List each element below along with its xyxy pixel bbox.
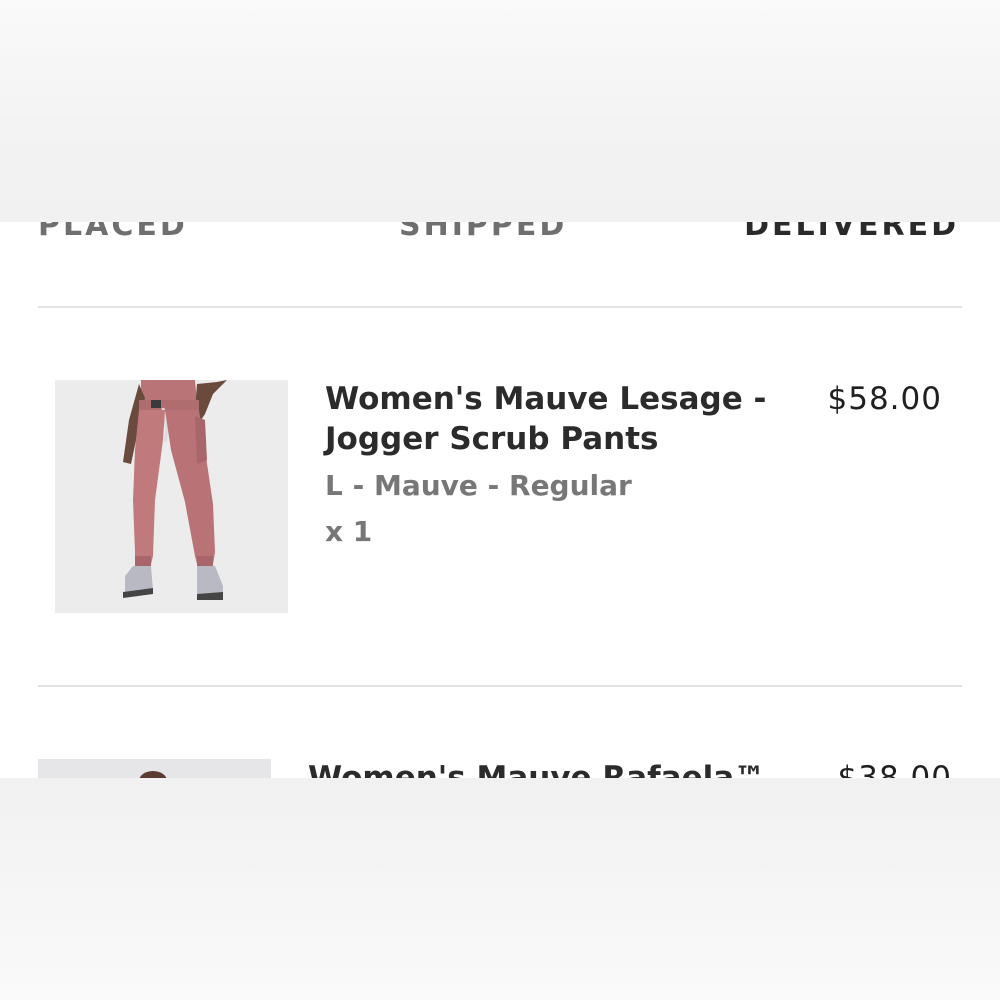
- blurred-bottom-region: [0, 778, 1000, 1000]
- section-divider: [38, 306, 962, 308]
- product-variant: L - Mauve - Regular: [325, 469, 632, 502]
- order-details-screen: PLACED SHIPPED DELIVERED Women's Mauve L…: [0, 0, 1000, 1000]
- product-image-jogger-pants[interactable]: [55, 380, 288, 613]
- product-photo-jogger-pants-icon: [55, 380, 288, 613]
- blurred-top-region: [0, 0, 1000, 222]
- product-price: $58.00: [827, 381, 942, 417]
- product-quantity: x 1: [325, 515, 373, 548]
- section-divider: [38, 685, 962, 687]
- product-title[interactable]: Women's Mauve Lesage - Jogger Scrub Pant…: [325, 379, 795, 459]
